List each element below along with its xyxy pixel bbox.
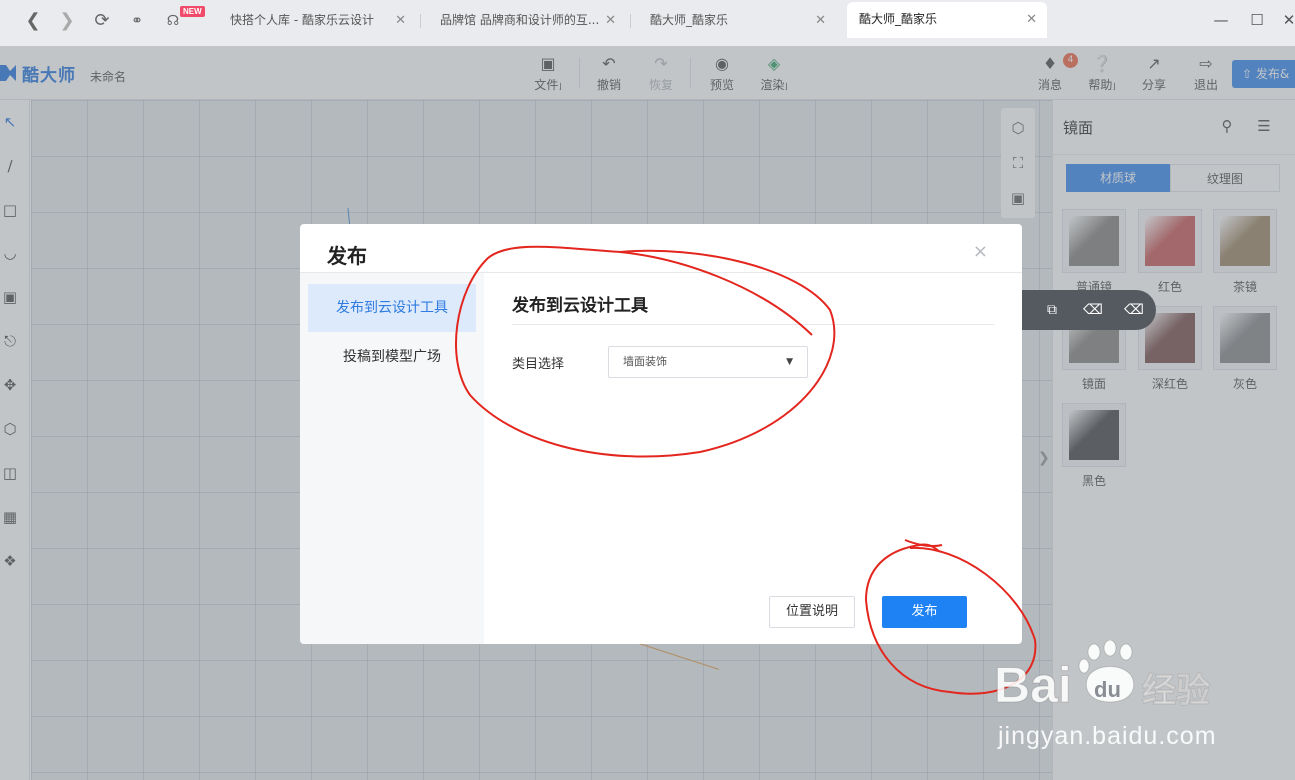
browser-tab[interactable]: 酷大师_酷家乐 ✕: [638, 3, 836, 38]
baidu-watermark-logo: Bai du 经验: [994, 640, 1211, 714]
close-icon[interactable]: ✕: [815, 3, 826, 38]
browser-tab-active[interactable]: 酷大师_酷家乐 ✕: [847, 2, 1047, 38]
watermark-url: jingyan.baidu.com: [998, 722, 1217, 750]
close-icon[interactable]: ✕: [1026, 2, 1037, 37]
menu-item-submit-square[interactable]: 投稿到模型广场: [308, 333, 476, 381]
category-label: 类目选择: [512, 357, 565, 372]
dialog-menu: 发布到云设计工具 投稿到模型广场: [300, 273, 484, 644]
publish-button[interactable]: 发布: [882, 596, 967, 628]
browser-tab-bar: ❮ ❯ ⟳ ⚭ ☊ NEW 快搭个人库 - 酷家乐云设计 ✕ 品牌馆 品牌商和设…: [0, 0, 1295, 46]
delete-icon[interactable]: ⌫: [1083, 300, 1103, 320]
close-window-icon[interactable]: ✕: [1276, 8, 1295, 32]
minimize-icon[interactable]: —: [1208, 8, 1234, 32]
eraser-icon[interactable]: ⌫: [1124, 300, 1144, 320]
tab-label: 酷大师_酷家乐: [650, 13, 729, 27]
tab-label: 快搭个人库 - 酷家乐云设计: [230, 13, 374, 27]
svg-text:du: du: [1094, 677, 1121, 702]
maximize-icon[interactable]: ☐: [1244, 8, 1270, 32]
position-help-button[interactable]: 位置说明: [769, 596, 855, 628]
forward-icon[interactable]: ❯: [56, 10, 78, 32]
link-icon[interactable]: ⚭: [126, 10, 148, 32]
section-divider: [512, 324, 994, 325]
svg-text:经验: 经验: [1142, 671, 1210, 711]
new-badge: NEW: [180, 6, 205, 17]
tab-label: 品牌馆 品牌商和设计师的互...: [440, 13, 600, 27]
back-icon[interactable]: ❮: [22, 10, 44, 32]
dialog-title: 发布: [327, 244, 367, 268]
browser-tab[interactable]: 快搭个人库 - 酷家乐云设计 ✕: [218, 3, 416, 38]
refresh-icon[interactable]: ⟳: [91, 10, 113, 32]
copy-icon[interactable]: ⧉: [1042, 300, 1062, 320]
svg-text:Bai: Bai: [994, 657, 1072, 713]
menu-item-publish-cloud[interactable]: 发布到云设计工具: [308, 284, 476, 332]
browser-tab[interactable]: 品牌馆 品牌商和设计师的互... ✕: [428, 3, 626, 38]
close-icon[interactable]: ×: [973, 241, 988, 262]
publish-dialog: 发布 × 发布到云设计工具 投稿到模型广场 发布到云设计工具 类目选择 墙面装饰…: [300, 224, 1022, 644]
category-select[interactable]: 墙面装饰 ▼: [608, 346, 808, 378]
category-value: 墙面装饰: [623, 355, 667, 368]
tab-label: 酷大师_酷家乐: [859, 12, 938, 26]
tab-separator: [420, 14, 421, 28]
section-title: 发布到云设计工具: [512, 296, 648, 316]
tab-separator: [630, 14, 631, 28]
close-icon[interactable]: ✕: [395, 3, 406, 38]
close-icon[interactable]: ✕: [605, 3, 616, 38]
context-toolbar: ⧉ ⌫ ⌫: [1022, 290, 1156, 330]
chevron-down-icon: ▼: [786, 357, 793, 367]
